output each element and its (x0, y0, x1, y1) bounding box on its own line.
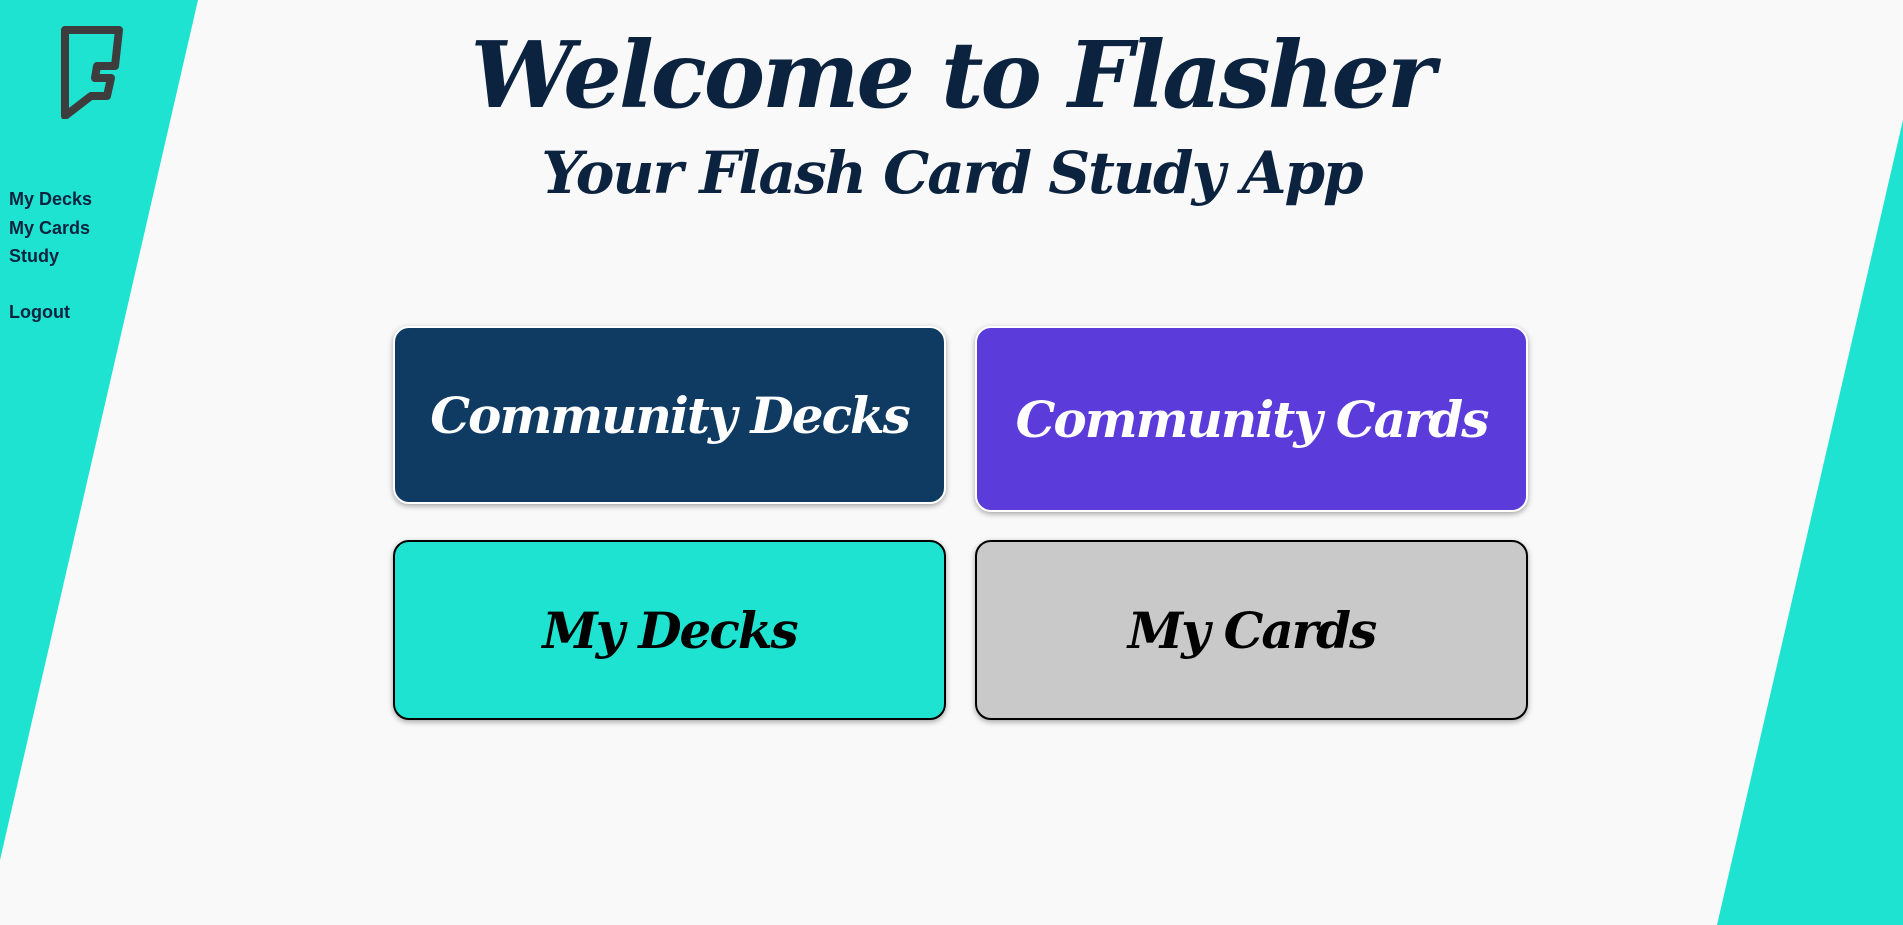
my-cards-label: My Cards (1127, 600, 1377, 660)
logout-link[interactable]: Logout (9, 298, 92, 327)
community-decks-button[interactable]: Community Decks (393, 326, 946, 504)
page: My Decks My Cards Study Logout Welcome t… (0, 0, 1903, 925)
community-cards-label: Community Cards (1015, 389, 1490, 449)
community-cards-button[interactable]: Community Cards (975, 326, 1528, 512)
right-teal-band (1717, 120, 1903, 925)
sidebar-item-my-cards[interactable]: My Cards (9, 214, 92, 243)
my-decks-button[interactable]: My Decks (393, 540, 946, 720)
my-decks-label: My Decks (542, 600, 798, 660)
sidebar-item-study[interactable]: Study (9, 242, 92, 271)
page-subtitle: Your Flash Card Study App (541, 139, 1363, 207)
community-decks-label: Community Decks (430, 385, 911, 445)
my-cards-button[interactable]: My Cards (975, 540, 1528, 720)
page-title: Welcome to Flasher (470, 21, 1435, 129)
